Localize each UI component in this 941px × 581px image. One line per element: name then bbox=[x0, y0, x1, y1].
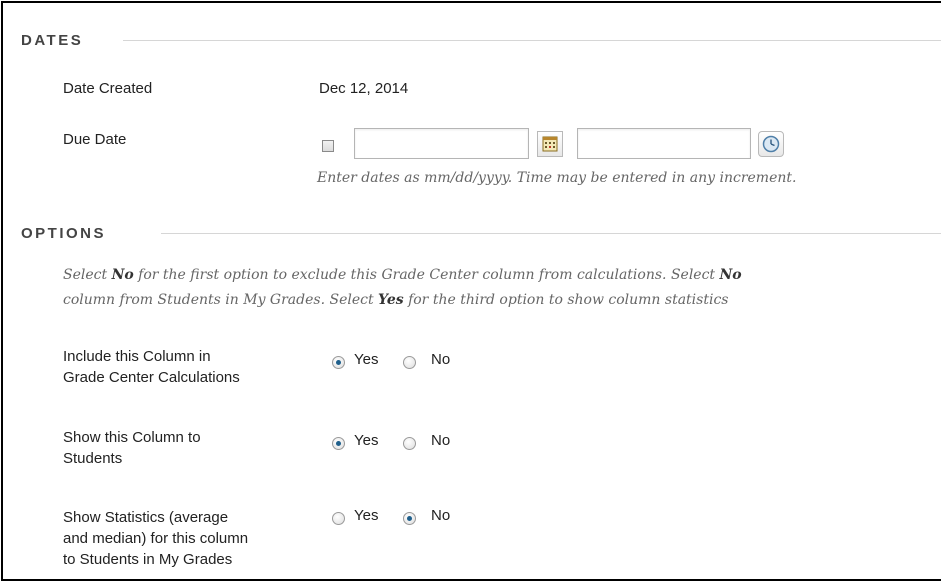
include-in-calculations-label: Include this Column in Grade Center Calc… bbox=[63, 348, 240, 386]
date-created-value: Dec 12, 2014 bbox=[319, 80, 409, 97]
clock-icon bbox=[762, 135, 780, 153]
options-section-header: OPTIONS bbox=[21, 225, 941, 245]
options-description-line2: column from Students in My Grades. Selec… bbox=[63, 292, 729, 308]
clock-button[interactable] bbox=[758, 131, 784, 157]
dates-section-divider bbox=[123, 40, 941, 41]
due-date-checkbox[interactable] bbox=[322, 140, 334, 152]
show-to-students-yes-label[interactable]: Yes bbox=[354, 432, 378, 449]
show-statistics-yes-radio[interactable] bbox=[332, 512, 345, 525]
options-section-divider bbox=[161, 233, 941, 234]
show-to-students-yes-radio[interactable] bbox=[332, 437, 345, 450]
include-in-calculations-no-label[interactable]: No bbox=[431, 351, 450, 368]
show-statistics-no-radio[interactable] bbox=[403, 512, 416, 525]
show-to-students-no-label[interactable]: No bbox=[431, 432, 450, 449]
options-description-line1: Select No for the first option to exclud… bbox=[63, 267, 742, 283]
show-statistics-no-label[interactable]: No bbox=[431, 507, 450, 524]
calendar-button[interactable] bbox=[537, 131, 563, 157]
show-to-students-label: Show this Column to Students bbox=[63, 429, 201, 467]
due-date-hint: Enter dates as mm/dd/yyyy. Time may be e… bbox=[317, 170, 797, 186]
due-time-input[interactable] bbox=[577, 128, 751, 159]
dates-section-header: DATES bbox=[21, 32, 941, 52]
show-to-students-no-radio[interactable] bbox=[403, 437, 416, 450]
due-date-input[interactable] bbox=[354, 128, 529, 159]
include-in-calculations-yes-label[interactable]: Yes bbox=[354, 351, 378, 368]
include-in-calculations-yes-radio[interactable] bbox=[332, 356, 345, 369]
calendar-icon bbox=[542, 136, 558, 152]
options-section-title: OPTIONS bbox=[21, 225, 121, 242]
dates-section-title: DATES bbox=[21, 32, 98, 49]
content-panel: DATES Date Created Dec 12, 2014 Due Date… bbox=[1, 1, 941, 581]
show-statistics-yes-label[interactable]: Yes bbox=[354, 507, 378, 524]
date-created-label: Date Created bbox=[63, 80, 153, 97]
show-statistics-label: Show Statistics (average and median) for… bbox=[63, 509, 249, 568]
include-in-calculations-no-radio[interactable] bbox=[403, 356, 416, 369]
due-date-label: Due Date bbox=[63, 131, 127, 148]
